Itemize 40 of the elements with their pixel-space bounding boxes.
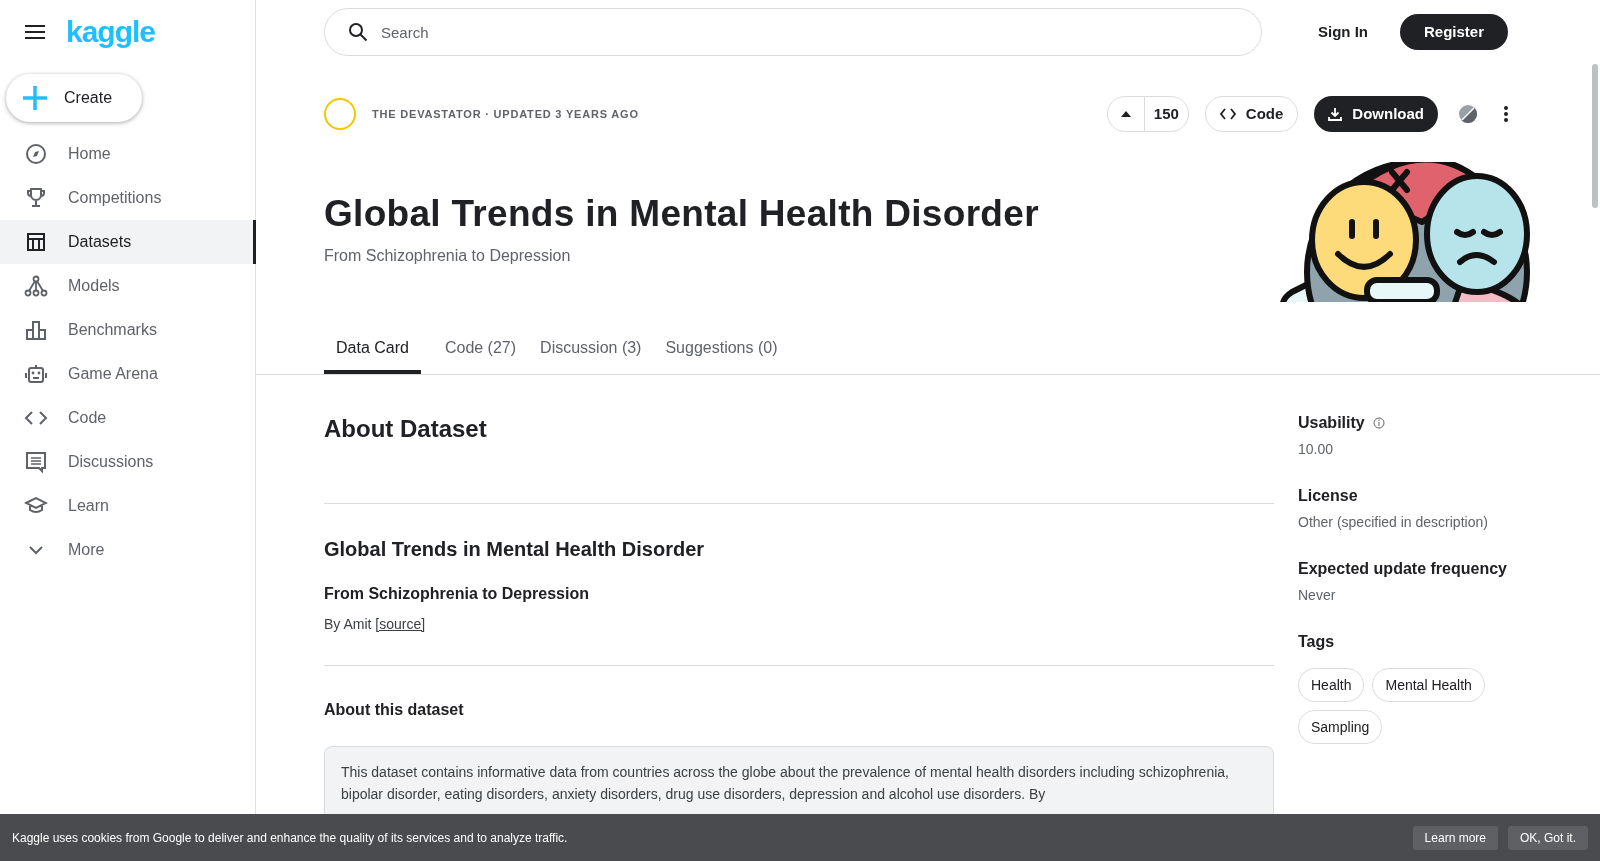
search-field[interactable]: Search	[324, 8, 1262, 56]
tab[interactable]: Code (27)	[444, 326, 517, 374]
detail-value: Other (specified in description)	[1298, 513, 1489, 532]
tab[interactable]: Suggestions (0)	[665, 326, 778, 374]
detail-label: Expected update frequency	[1298, 559, 1507, 579]
nav-item[interactable]: Discussions	[0, 440, 255, 484]
about-heading: About Dataset	[324, 414, 488, 444]
section-subtitle: From Schizophrenia to Depression	[324, 584, 590, 604]
source-link[interactable]: [source]	[375, 616, 426, 632]
register-button[interactable]: Register	[1399, 14, 1508, 50]
about-subheading: About this dataset	[324, 700, 465, 720]
dataset-subtitle: From Schizophrenia to Depression	[324, 246, 572, 266]
byline: By Amit [source]	[324, 615, 427, 634]
sign-in-link[interactable]: Sign In	[1309, 20, 1376, 44]
nav-item[interactable]: Datasets	[0, 220, 256, 264]
nav-item[interactable]: Code	[0, 396, 255, 440]
nav-item[interactable]: Home	[0, 132, 255, 176]
nav-item[interactable]: Models	[0, 264, 255, 308]
tab[interactable]: Data Card	[324, 326, 421, 374]
section-title: Global Trends in Mental Health Disorder	[324, 537, 706, 562]
dataset-description: This dataset contains informative data from countries across the globe about the prevalence of mental health disorders including schizophrenia, bipolar disorder, eating disorders, anxiety disorders, drug use disorders, depression and alcohol use disorders. By	[341, 763, 1230, 804]
download-button[interactable]: Download	[1314, 96, 1438, 132]
tab[interactable]: Discussion (3)	[540, 326, 642, 374]
dataset-meta: THE DEVASTATOR · UPDATED 3 YEARS AGO	[372, 106, 639, 122]
detail-value: Never	[1298, 586, 1337, 605]
nav-item[interactable]: Game Arena	[0, 352, 255, 396]
dataset-title: Global Trends in Mental Health Disorder	[324, 192, 1040, 236]
vote-count: 150	[1143, 97, 1188, 131]
detail-label: Usability	[1298, 413, 1365, 433]
cookie-button[interactable]: OK, Got it.	[1508, 825, 1588, 850]
nav-item[interactable]: Benchmarks	[0, 308, 255, 352]
cookie-button[interactable]: Learn more	[1412, 825, 1498, 850]
create-button[interactable]: Create	[6, 74, 142, 122]
detail-value: 10.00	[1298, 440, 1335, 459]
nav-item[interactable]: Competitions	[0, 176, 255, 220]
cookie-message: Kaggle uses cookies from Google to deliver and enhance the quality of its services and to analyze traffic.	[12, 829, 569, 847]
nav-item[interactable]: More	[0, 528, 255, 572]
tags-heading: Tags	[1298, 632, 1336, 652]
nav-item[interactable]: Learn	[0, 484, 255, 528]
detail-label: License	[1298, 486, 1358, 506]
